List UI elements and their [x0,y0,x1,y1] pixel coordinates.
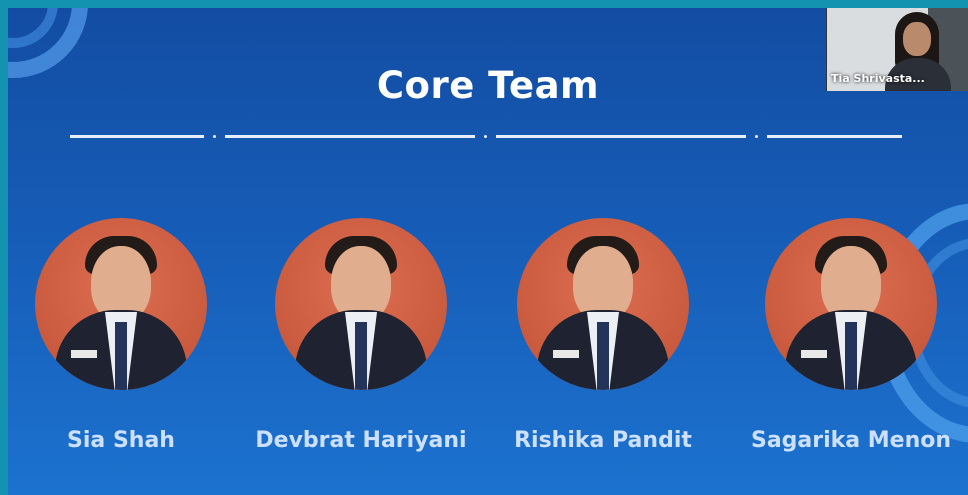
presentation-slide: Core Team Sia Shah Devbrat Hariyani Rish… [8,8,968,495]
title-divider [70,134,906,138]
member-name: Devbrat Hariyani [255,428,467,453]
member-name: Rishika Pandit [514,428,692,453]
member-name: Sia Shah [67,428,175,453]
team-member-card: Rishika Pandit [488,218,718,453]
participant-name-label: Tia Shrivasta... [831,72,925,85]
team-member-card: Sagarika Menon [736,218,966,453]
participant-video-tile[interactable]: Tia Shrivasta... [826,8,968,91]
team-member-card: Sia Shah [8,218,236,453]
member-photo [517,218,689,390]
member-photo [275,218,447,390]
slide-title: Core Team [376,64,600,107]
member-photo [765,218,937,390]
team-member-card: Devbrat Hariyani [246,218,476,453]
member-name: Sagarika Menon [750,428,952,453]
member-photo [35,218,207,390]
